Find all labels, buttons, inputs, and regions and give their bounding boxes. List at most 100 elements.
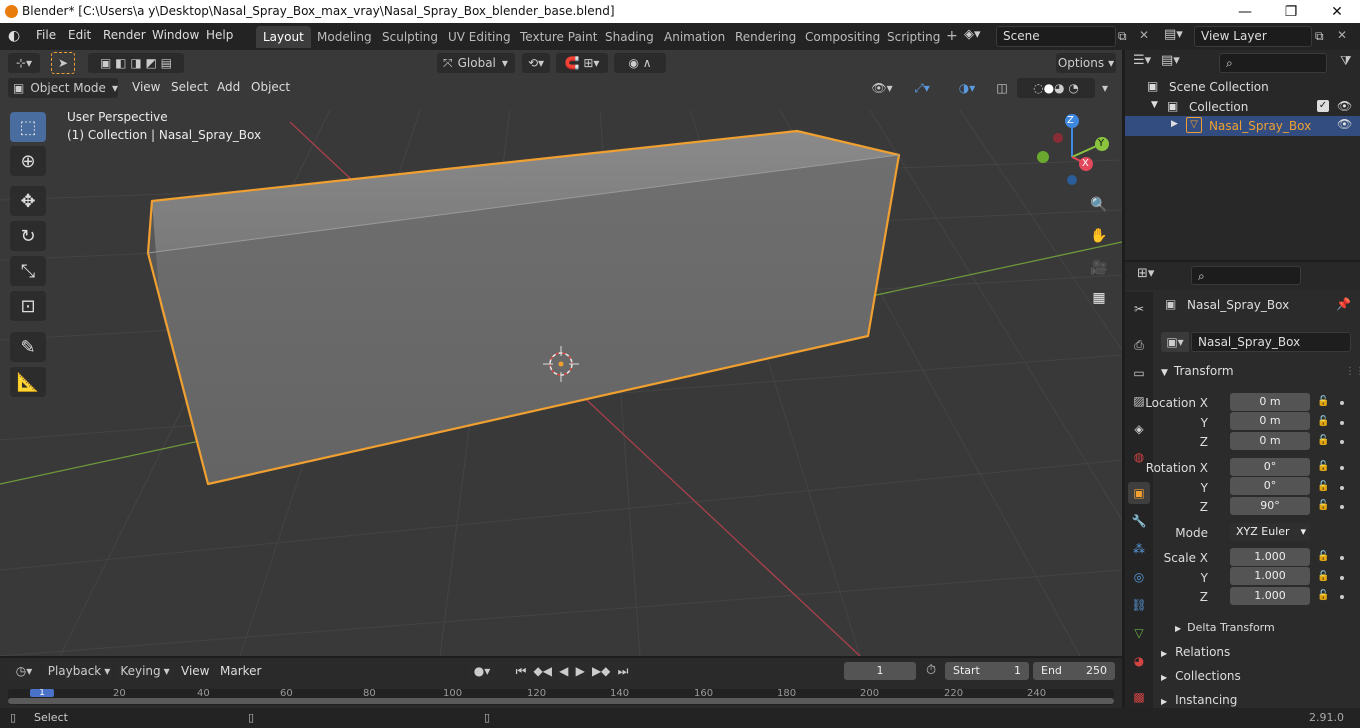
scene-name-field[interactable]: Scene xyxy=(996,26,1116,47)
lock-icon[interactable]: 🔓 xyxy=(1317,435,1329,447)
zoom-icon[interactable]: 🔍 xyxy=(1086,192,1112,218)
location-x-field[interactable]: 0 m xyxy=(1230,393,1310,411)
timeline-menu-view[interactable]: View xyxy=(181,664,209,682)
select-box-tool-button[interactable]: ⬚ xyxy=(10,112,46,142)
snapping-icon[interactable]: 🧲 ⊞▾ xyxy=(556,53,608,73)
viewport-menu-view[interactable]: View xyxy=(132,80,160,98)
material-tab-icon[interactable]: ◕ xyxy=(1128,650,1150,672)
lock-icon[interactable]: 🔓 xyxy=(1317,416,1329,428)
move-tool-button[interactable]: ✥ xyxy=(10,186,46,216)
keying-dropdown[interactable]: Keying ▾ xyxy=(116,661,174,681)
collections-panel-header[interactable]: ▶ Collections xyxy=(1161,669,1241,683)
properties-search-input[interactable]: ⌕ xyxy=(1191,266,1301,285)
minimize-button[interactable]: — xyxy=(1222,0,1268,23)
tab-sculpting[interactable]: Sculpting xyxy=(375,26,445,48)
object-data-browse-icon[interactable]: ▣▾ xyxy=(1161,332,1189,352)
overlays-toggle-icon[interactable]: ◑▾ xyxy=(947,78,987,98)
output-tab-icon[interactable]: ▭ xyxy=(1128,362,1150,384)
options-dropdown[interactable]: Options ▾ xyxy=(1056,53,1116,73)
preview-range-icon[interactable]: ⏱ xyxy=(926,663,936,678)
rotation-x-field[interactable]: 0° xyxy=(1230,458,1310,476)
play-reverse-icon[interactable]: ◀ xyxy=(559,664,568,678)
tab-scripting[interactable]: Scripting xyxy=(880,26,947,48)
new-scene-icon[interactable]: ⧉ xyxy=(1118,29,1127,44)
scale-y-field[interactable]: 1.000 xyxy=(1230,567,1310,585)
pin-icon[interactable]: 📌 xyxy=(1336,297,1351,311)
relations-panel-header[interactable]: ▶ Relations xyxy=(1161,645,1230,659)
rotation-mode-dropdown[interactable]: XYZ Euler ▾ xyxy=(1230,523,1310,541)
tab-layout[interactable]: Layout xyxy=(256,26,311,48)
rotation-z-field[interactable]: 90° xyxy=(1230,497,1310,515)
instancing-panel-header[interactable]: ▶ Instancing xyxy=(1161,693,1237,707)
blender-menu-icon[interactable]: ◐ xyxy=(8,28,26,44)
record-icon[interactable]: ●▾ xyxy=(468,661,496,681)
keyframe-dot-icon[interactable] xyxy=(1340,505,1344,509)
shading-mode-icons[interactable]: ◌ ● ◕ ◔ xyxy=(1017,78,1095,98)
lock-icon[interactable]: 🔓 xyxy=(1317,500,1329,512)
object-name-field[interactable]: Nasal_Spray_Box xyxy=(1191,332,1351,352)
menu-edit[interactable]: Edit xyxy=(68,28,91,46)
outliner-search-input[interactable]: ⌕ xyxy=(1219,53,1327,73)
xray-toggle-icon[interactable]: ◫ xyxy=(993,78,1011,98)
timeline-editor-type-icon[interactable]: ◷▾ xyxy=(8,661,40,681)
rotation-y-field[interactable]: 0° xyxy=(1230,477,1310,495)
editor-type-icon[interactable]: ⊹▾ xyxy=(8,53,40,73)
camera-view-icon[interactable]: 🎥 xyxy=(1086,255,1112,281)
outliner-row-object[interactable]: ▶ ▽ Nasal_Spray_Box 👁 xyxy=(1125,116,1360,136)
collection-exclude-checkbox[interactable]: ✓ xyxy=(1317,100,1329,112)
timeline-scrollbar[interactable] xyxy=(8,698,1114,704)
jump-start-icon[interactable]: ⏮ xyxy=(516,664,527,679)
menu-window[interactable]: Window xyxy=(152,28,199,46)
add-workspace-icon[interactable]: + xyxy=(946,28,958,44)
outliner-row-collection[interactable]: ▼ ▣ Collection ✓ 👁 xyxy=(1125,98,1360,118)
expand-arrow-icon[interactable]: ▶ xyxy=(1171,119,1178,129)
perspective-toggle-icon[interactable]: ▦ xyxy=(1086,285,1112,311)
tab-texture-paint[interactable]: Texture Paint xyxy=(513,26,604,48)
scale-tool-button[interactable]: ⤡ xyxy=(10,256,46,286)
pivot-point-icon[interactable]: ⟲▾ xyxy=(522,53,550,73)
start-frame-field[interactable]: Start 1 xyxy=(945,662,1029,680)
transform-panel-header[interactable]: ▼ Transform xyxy=(1161,364,1234,378)
new-view-layer-icon[interactable]: ⧉ xyxy=(1315,29,1324,44)
lock-icon[interactable]: 🔓 xyxy=(1317,461,1329,473)
gizmo-toggle-icon[interactable]: ⤢▾ xyxy=(902,78,942,98)
view-layer-name-field[interactable]: View Layer xyxy=(1194,26,1312,47)
transform-orientation-dropdown[interactable]: ⤧ Global ▾ xyxy=(437,53,515,73)
delta-transform-subpanel[interactable]: ▶ Delta Transform xyxy=(1175,621,1275,634)
end-frame-field[interactable]: End 250 xyxy=(1033,662,1115,680)
lock-icon[interactable]: 🔓 xyxy=(1317,396,1329,408)
cursor-tool-button[interactable]: ⊕ xyxy=(10,146,46,176)
display-mode-icon[interactable]: ▤▾ xyxy=(1161,53,1191,73)
modifier-tab-icon[interactable]: 🔧 xyxy=(1128,510,1150,532)
keyframe-dot-icon[interactable] xyxy=(1340,466,1344,470)
constraints-tab-icon[interactable]: ⛓ xyxy=(1128,594,1150,616)
nasal-spray-box-object[interactable] xyxy=(146,129,901,486)
view-layer-browse-icon[interactable]: ▤▾ xyxy=(1164,27,1194,47)
measure-tool-button[interactable]: 📐 xyxy=(10,367,46,397)
keyframe-dot-icon[interactable] xyxy=(1340,556,1344,560)
object-mode-dropdown[interactable]: ▣ Object Mode ▾ xyxy=(8,78,118,98)
timeline-menu-marker[interactable]: Marker xyxy=(220,664,261,682)
menu-file[interactable]: File xyxy=(36,28,56,46)
keyframe-dot-icon[interactable] xyxy=(1340,576,1344,580)
keyframe-dot-icon[interactable] xyxy=(1340,421,1344,425)
tab-uv-editing[interactable]: UV Editing xyxy=(441,26,518,48)
filter-icon[interactable]: ⧩ xyxy=(1340,54,1352,69)
play-icon[interactable]: ▶ xyxy=(576,664,585,678)
shading-options-chevron-icon[interactable]: ▾ xyxy=(1097,78,1113,98)
keyframe-dot-icon[interactable] xyxy=(1340,401,1344,405)
playback-dropdown[interactable]: Playback ▾ xyxy=(46,661,112,681)
collection-visibility-eye-icon[interactable]: 👁 xyxy=(1337,99,1352,113)
keyframe-dot-icon[interactable] xyxy=(1340,486,1344,490)
expand-arrow-icon[interactable]: ▼ xyxy=(1151,100,1158,110)
properties-editor-type-icon[interactable]: ⊞▾ xyxy=(1137,266,1154,281)
tab-rendering[interactable]: Rendering xyxy=(728,26,803,48)
lock-icon[interactable]: 🔓 xyxy=(1317,481,1329,493)
pan-hand-icon[interactable]: ✋ xyxy=(1086,223,1112,249)
viewport-menu-select[interactable]: Select xyxy=(171,80,208,98)
scale-z-field[interactable]: 1.000 xyxy=(1230,587,1310,605)
physics-tab-icon[interactable]: ◎ xyxy=(1128,566,1150,588)
scene-browse-icon[interactable]: ◈▾ xyxy=(964,27,994,47)
keyframe-dot-icon[interactable] xyxy=(1340,595,1344,599)
close-button[interactable]: ✕ xyxy=(1314,0,1360,23)
